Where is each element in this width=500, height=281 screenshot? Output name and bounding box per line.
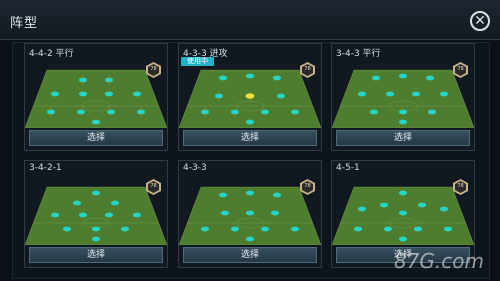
pitch (179, 183, 321, 245)
player-dot (399, 210, 407, 216)
player-dot (105, 212, 113, 218)
player-dot (440, 91, 448, 97)
player-dot (79, 77, 87, 83)
player-dot (121, 226, 129, 232)
player-dot (107, 109, 115, 115)
player-dot (92, 236, 100, 242)
player-dot (201, 109, 209, 115)
formation-name: 3-4-2-1 (29, 163, 62, 173)
player-dot (291, 226, 299, 232)
player-dot (370, 109, 378, 115)
player-dot (51, 212, 59, 218)
pitch (25, 66, 167, 128)
watermark: 87G.com (393, 249, 484, 273)
select-button[interactable]: 选择 (183, 130, 317, 146)
player-dot (273, 75, 281, 81)
player-dot (79, 212, 87, 218)
formation-name: 4-4-2 平行 (29, 49, 74, 59)
player-dot (444, 226, 452, 232)
player-dot (231, 226, 239, 232)
formation-name: 3-4-3 平行 (336, 49, 381, 59)
pitch (332, 183, 474, 245)
player-dot (133, 91, 141, 97)
player-dot (418, 202, 426, 208)
player-dot (231, 109, 239, 115)
player-dot (92, 119, 100, 125)
player-dot (412, 91, 420, 97)
player-dot (51, 91, 59, 97)
player-dot (133, 212, 141, 218)
formation-card-3[interactable]: 3-4-3 平行 78 选择 (331, 43, 475, 151)
player-dot (137, 109, 145, 115)
player-dot (73, 200, 81, 206)
player-dot (358, 91, 366, 97)
player-dot (246, 119, 254, 125)
select-button[interactable]: 选择 (29, 130, 163, 146)
player-dot (428, 109, 436, 115)
player-dot (219, 192, 227, 198)
formation-name: 4-3-3 (183, 163, 207, 173)
close-icon: ✕ (474, 13, 486, 29)
player-dot (372, 75, 380, 81)
top-bar (0, 0, 500, 40)
player-dot (77, 109, 85, 115)
player-dot (399, 190, 407, 196)
formation-card-5[interactable]: 4-3-3 78 选择 (178, 160, 322, 268)
formation-card-4[interactable]: 3-4-2-1 78 选择 (24, 160, 168, 268)
player-dot (221, 210, 229, 216)
player-dot (277, 93, 285, 99)
select-button[interactable]: 选择 (29, 247, 163, 263)
player-dot (399, 236, 407, 242)
player-dot (426, 75, 434, 81)
page-title: 阵型 (10, 16, 39, 31)
player-dot (63, 226, 71, 232)
player-dot (399, 119, 407, 125)
player-dot (111, 200, 119, 206)
player-dot (291, 109, 299, 115)
select-button[interactable]: 选择 (183, 247, 317, 263)
close-button[interactable]: ✕ (470, 11, 490, 31)
player-dot (92, 226, 100, 232)
player-dot (271, 210, 279, 216)
player-dot (261, 109, 269, 115)
player-dot (414, 226, 422, 232)
player-dot (246, 190, 254, 196)
player-dot (79, 91, 87, 97)
player-dot (201, 226, 209, 232)
player-dot (105, 91, 113, 97)
player-dot (354, 226, 362, 232)
player-dot (215, 93, 223, 99)
pitch (25, 183, 167, 245)
pitch (332, 66, 474, 128)
player-dot (105, 77, 113, 83)
player-dot (261, 226, 269, 232)
player-dot (219, 75, 227, 81)
player-dot (47, 109, 55, 115)
formation-card-1[interactable]: 4-4-2 平行 78 选择 (24, 43, 168, 151)
player-dot (384, 226, 392, 232)
player-dot (399, 109, 407, 115)
pitch (179, 66, 321, 128)
player-dot (386, 91, 394, 97)
player-dot (246, 236, 254, 242)
player-dot (246, 210, 254, 216)
player-dot (245, 93, 255, 99)
player-dot (358, 206, 366, 212)
in-use-badge: 使用中 (181, 57, 214, 66)
player-dot (440, 206, 448, 212)
select-button[interactable]: 选择 (336, 130, 470, 146)
player-dot (246, 73, 254, 79)
formation-name: 4-5-1 (336, 163, 360, 173)
player-dot (380, 202, 388, 208)
player-dot (273, 192, 281, 198)
player-dot (92, 190, 100, 196)
player-dot (399, 73, 407, 79)
formation-card-2[interactable]: 4-3-3 进攻 使用中 78 选择 (178, 43, 322, 151)
